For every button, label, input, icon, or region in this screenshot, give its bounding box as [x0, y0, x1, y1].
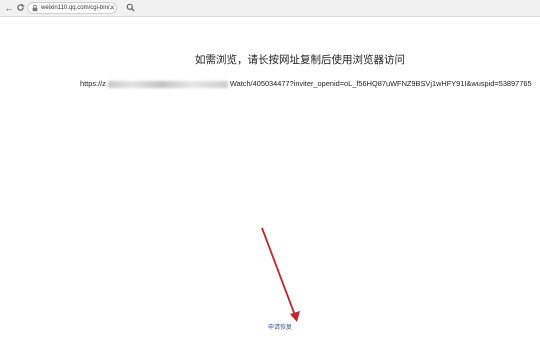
- annotation-arrow-head: [290, 311, 300, 322]
- annotation-arrow-shaft: [261, 227, 297, 319]
- appeal-restore-link[interactable]: 申请恢复: [268, 322, 292, 331]
- annotation-arrow: [261, 227, 300, 322]
